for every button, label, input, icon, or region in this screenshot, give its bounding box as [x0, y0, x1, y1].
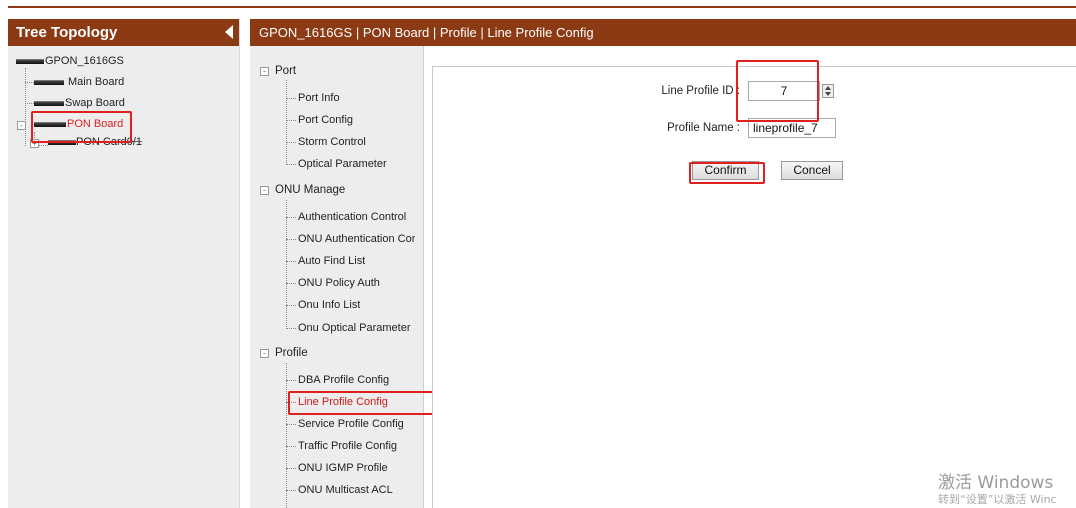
profile-name-label: Profile Name : [667, 122, 740, 134]
menu-item-onu-info-list[interactable]: Onu Info List [298, 298, 360, 313]
menu-connector [286, 200, 287, 329]
cancel-button[interactable]: Concel [781, 161, 843, 180]
tree-connector [25, 103, 34, 104]
tree-node-label: GPON_1616GS [45, 55, 124, 67]
menu-section-onu-manage[interactable]: - ONU Manage [260, 184, 345, 196]
device-icon [16, 58, 44, 64]
highlight-box [31, 111, 132, 143]
tree-node-root[interactable]: GPON_1616GS [16, 53, 124, 69]
menu-section-label: ONU Manage [275, 184, 346, 196]
menu-item-onu-authentication[interactable]: ONU Authentication Cor [298, 232, 415, 247]
tree-topology-panel: Tree Topology [8, 19, 240, 508]
menu-item-traffic-profile-config[interactable]: Traffic Profile Config [298, 439, 397, 454]
menu-section-label: Port [275, 65, 297, 77]
line-profile-form: Line Profile ID : Profile Name : Confirm… [432, 66, 1076, 508]
tree-topology-header: Tree Topology [8, 19, 239, 46]
menu-item-service-profile-config[interactable]: Service Profile Config [298, 417, 404, 432]
menu-section-label: Profile [275, 347, 308, 359]
menu-connector [286, 80, 287, 165]
board-icon [34, 79, 64, 85]
menu-section-port[interactable]: - Port [260, 65, 296, 77]
highlight-box [288, 391, 434, 415]
board-icon [34, 100, 64, 106]
line-profile-id-label: Line Profile ID : [661, 85, 740, 97]
menu-item-optical-parameter[interactable]: Optical Parameter [298, 157, 387, 172]
menu-item-authentication-control[interactable]: Authentication Control [298, 210, 406, 225]
collapse-toggle-icon[interactable]: - [260, 185, 269, 195]
tree-node-swap-board[interactable]: Swap Board [34, 95, 125, 111]
menu-item-auto-find-list[interactable]: Auto Find List [298, 254, 365, 269]
spinner-arrows-icon[interactable] [822, 84, 834, 98]
menu-item-onu-igmp-profile[interactable]: ONU IGMP Profile [298, 461, 388, 476]
tree-node-label: Main Board [68, 76, 125, 88]
tree-connector [25, 68, 26, 146]
collapse-toggle-icon[interactable]: - [260, 66, 269, 76]
menu-item-dba-profile-config[interactable]: DBA Profile Config [298, 373, 389, 388]
menu-item-port-config[interactable]: Port Config [298, 113, 353, 128]
collapse-toggle-icon[interactable]: - [17, 121, 26, 130]
highlight-box [689, 162, 765, 184]
menu-connector [286, 363, 287, 508]
tree-node-main-board[interactable]: Main Board [34, 74, 124, 90]
collapse-arrow-icon[interactable] [225, 25, 233, 39]
menu-item-onu-multicast-acl[interactable]: ONU Multicast ACL [298, 483, 393, 498]
config-menu-panel: - Port Port Info Port Config Storm Contr… [250, 46, 424, 508]
menu-section-profile[interactable]: - Profile [260, 347, 308, 359]
menu-item-storm-control[interactable]: Storm Control [298, 135, 366, 150]
breadcrumb: GPON_1616GS | PON Board | Profile | Line… [250, 19, 1076, 46]
menu-item-port-info[interactable]: Port Info [298, 91, 340, 106]
activate-windows-hint: 转到“设置”以激活 Winc [938, 493, 1057, 506]
menu-item-onu-policy-auth[interactable]: ONU Policy Auth [298, 276, 380, 291]
collapse-toggle-icon[interactable]: - [260, 348, 269, 358]
activate-windows-watermark: 激活 Windows [938, 473, 1054, 493]
tree-connector [25, 82, 34, 83]
top-divider [8, 6, 1076, 8]
highlight-box [736, 60, 819, 122]
tree-topology-title: Tree Topology [16, 24, 118, 41]
menu-item-onu-optical-parameter[interactable]: Onu Optical Parameter [298, 321, 411, 336]
tree-node-label: Swap Board [65, 97, 125, 109]
